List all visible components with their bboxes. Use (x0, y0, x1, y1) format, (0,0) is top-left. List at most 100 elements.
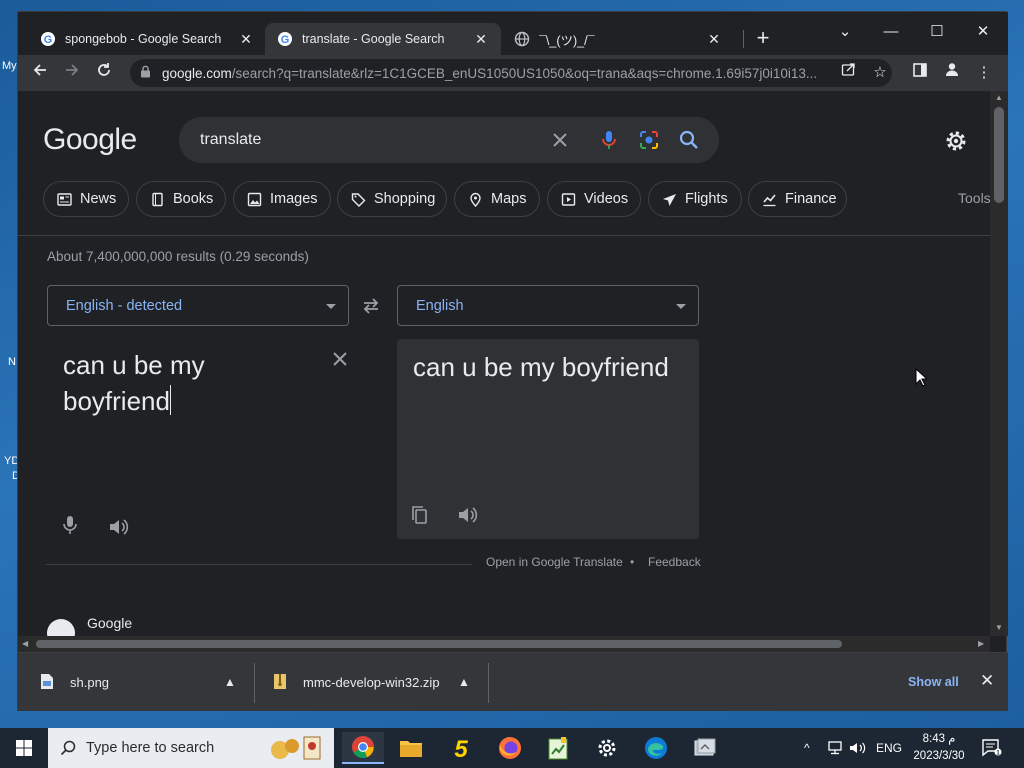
firefox-icon (499, 737, 521, 759)
download-item-mmc-zip[interactable]: mmc-develop-win32.zip (273, 653, 440, 711)
source-text-input[interactable]: can u be my boyfriend (63, 347, 313, 419)
search-highlight-icon (266, 734, 326, 766)
reload-button[interactable] (90, 59, 118, 87)
system-clock[interactable]: 8:43 م 2023/3/30 (910, 731, 968, 765)
scroll-left-icon[interactable]: ◀ (22, 639, 28, 648)
search-input[interactable]: translate (200, 131, 261, 149)
chip-finance[interactable]: Finance (748, 181, 847, 217)
vertical-scrollbar[interactable]: ▲ ▼ (990, 91, 1008, 636)
chip-books[interactable]: Books (136, 181, 226, 217)
speaker-icon[interactable] (456, 504, 478, 526)
taskbar-chrome[interactable] (342, 732, 384, 764)
open-in-translate-link[interactable]: Open in Google Translate (486, 555, 623, 569)
file-image-icon (40, 673, 56, 691)
side-panel-icon[interactable] (908, 59, 932, 87)
share-icon[interactable] (836, 59, 860, 87)
tab-close-icon[interactable]: ✕ (706, 31, 722, 48)
clock-time: 8:43 م (922, 733, 956, 745)
new-tab-button[interactable]: + (749, 25, 777, 53)
chip-videos[interactable]: Videos (547, 181, 641, 217)
lens-search-icon[interactable] (637, 128, 661, 152)
input-language-indicator[interactable]: ENG (876, 728, 902, 768)
result-site-name[interactable]: Google (87, 615, 132, 631)
chip-label: Books (173, 191, 214, 207)
horizontal-scrollbar[interactable]: ◀ ▶ (18, 636, 990, 652)
tab-translate[interactable]: G translate - Google Search ✕ (265, 23, 501, 55)
chip-label: News (80, 191, 117, 207)
tab-search-button[interactable]: ⌄ (822, 18, 868, 46)
map-pin-icon (468, 192, 483, 207)
maximize-button[interactable]: ☐ (914, 18, 960, 46)
show-all-downloads-button[interactable]: Show all (908, 675, 959, 689)
scroll-right-icon[interactable]: ▶ (978, 639, 984, 648)
tab-close-icon[interactable]: ✕ (473, 31, 489, 48)
clear-search-icon[interactable] (548, 128, 572, 152)
forward-button[interactable] (58, 59, 86, 87)
voice-search-icon[interactable] (597, 128, 621, 152)
taskbar-app-five[interactable]: 5 (440, 732, 482, 764)
chip-shopping[interactable]: Shopping (337, 181, 447, 217)
search-box[interactable]: translate (179, 117, 719, 163)
taskbar-edge[interactable] (635, 732, 677, 764)
google-logo[interactable]: Google (43, 123, 137, 157)
source-language-value: English - detected (66, 298, 183, 314)
taskbar-firefox[interactable] (489, 732, 531, 764)
minimize-button[interactable]: — (868, 18, 914, 46)
source-language-select[interactable]: English - detected (47, 285, 349, 326)
tag-icon (351, 192, 366, 207)
bookmark-star-icon[interactable]: ☆ (868, 59, 892, 87)
taskbar-file-explorer[interactable] (390, 732, 432, 764)
tab-strip: G spongebob - Google Search ✕ G translat… (18, 12, 1008, 55)
tab-separator (743, 30, 744, 48)
download-item-sh-png[interactable]: sh.png (40, 653, 109, 711)
chip-maps[interactable]: Maps (454, 181, 540, 217)
chip-images[interactable]: Images (233, 181, 331, 217)
tools-button[interactable]: Tools (958, 190, 990, 206)
scroll-down-icon[interactable]: ▼ (995, 623, 1003, 632)
download-filename: sh.png (70, 674, 110, 690)
taskbar-search[interactable]: Type here to search (48, 728, 334, 768)
profile-icon[interactable] (940, 59, 964, 87)
scroll-up-icon[interactable]: ▲ (995, 93, 1003, 102)
speaker-icon[interactable] (107, 516, 129, 538)
start-button[interactable] (3, 732, 45, 764)
notifications-icon[interactable]: 1 (982, 728, 1002, 768)
chip-news[interactable]: News (43, 181, 129, 217)
microphone-icon[interactable] (59, 514, 81, 536)
address-bar[interactable]: google.com/search?q=translate&rlz=1C1GCE… (130, 59, 892, 87)
clear-source-icon[interactable] (330, 349, 350, 369)
search-icon[interactable] (677, 128, 701, 152)
folder-icon (400, 741, 422, 757)
back-button[interactable] (26, 59, 54, 87)
tab-spongebob[interactable]: G spongebob - Google Search ✕ (28, 23, 266, 55)
network-icon[interactable] (826, 728, 844, 768)
target-language-select[interactable]: English (397, 285, 699, 326)
tab-shrug[interactable]: ¯\_(ツ)_/¯ ✕ (502, 23, 734, 55)
feedback-link[interactable]: Feedback (648, 555, 701, 569)
tab-close-icon[interactable]: ✕ (238, 31, 254, 48)
taskbar-app-window[interactable] (684, 732, 726, 764)
copy-icon[interactable] (409, 504, 431, 526)
chip-label: Finance (785, 191, 837, 207)
chip-label: Maps (491, 191, 527, 207)
close-download-bar-button[interactable]: ✕ (980, 671, 994, 691)
settings-gear-icon[interactable] (944, 129, 968, 153)
chevron-up-icon[interactable]: ▲ (458, 675, 470, 689)
chip-label: Shopping (374, 191, 436, 207)
image-icon (247, 192, 262, 207)
chevron-up-icon[interactable]: ▲ (224, 675, 236, 689)
chrome-window: G spongebob - Google Search ✕ G translat… (17, 11, 1008, 711)
vertical-scroll-thumb[interactable] (994, 107, 1004, 203)
volume-icon[interactable] (849, 728, 867, 768)
taskbar-notepad-app[interactable] (537, 732, 579, 764)
tray-overflow-button[interactable]: ^ (804, 728, 810, 768)
swap-languages-icon[interactable] (361, 296, 381, 316)
tab-title: ¯\_(ツ)_/¯ (539, 33, 595, 48)
header-divider (18, 235, 990, 236)
chip-flights[interactable]: Flights (648, 181, 742, 217)
close-window-button[interactable]: ✕ (960, 18, 1006, 46)
taskbar-settings[interactable] (586, 732, 628, 764)
text-caret (169, 385, 171, 415)
horizontal-scroll-thumb[interactable] (36, 640, 842, 648)
menu-kebab-icon[interactable]: ⋮ (972, 59, 996, 87)
